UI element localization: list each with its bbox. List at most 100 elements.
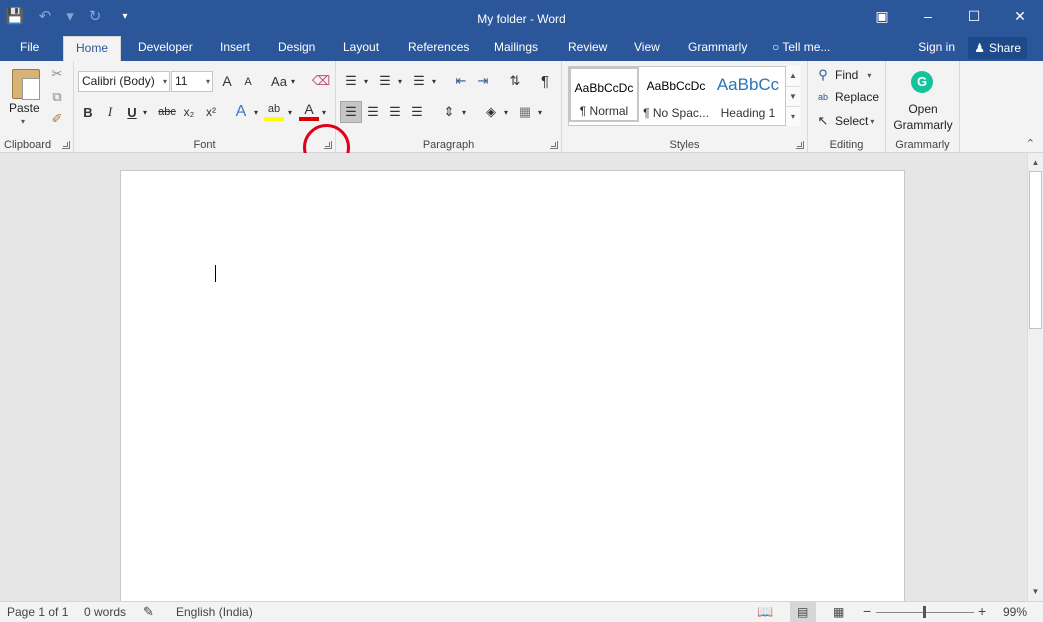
gallery-more-icon[interactable]: ▾ [786, 106, 800, 126]
gallery-down-icon[interactable]: ▼ [786, 86, 800, 106]
borders-icon[interactable]: ▦ [516, 103, 534, 121]
subscript-button[interactable]: x₂ [180, 103, 198, 121]
zoom-level[interactable]: 99% [1003, 605, 1027, 619]
justify-icon[interactable]: ☰ [408, 103, 426, 121]
bullets-dropdown-icon[interactable]: ▾ [362, 75, 370, 87]
text-effects-icon[interactable]: A [232, 103, 250, 121]
shading-dropdown-icon[interactable]: ▾ [502, 106, 510, 118]
find-button[interactable]: ⚲ Find ▾ [816, 67, 871, 83]
tab-home[interactable]: Home [63, 36, 122, 62]
paragraph-dialog-launcher-icon[interactable] [550, 141, 558, 149]
font-color-icon[interactable]: A [299, 101, 319, 121]
shading-icon[interactable]: ◈ [482, 103, 500, 121]
undo-icon[interactable]: ↶ [30, 0, 60, 32]
grow-font-button[interactable]: A [218, 72, 236, 90]
language-indicator[interactable]: English (India) [176, 605, 253, 619]
scrollbar-thumb[interactable] [1029, 171, 1042, 329]
styles-dialog-launcher-icon[interactable] [796, 141, 804, 149]
zoom-in-icon[interactable]: + [978, 603, 986, 619]
font-size-combo[interactable]: 11 ▾ [171, 71, 213, 92]
maximize-icon[interactable]: ☐ [951, 0, 997, 32]
style-heading-1[interactable]: AaBbCc Heading 1 [713, 67, 783, 122]
page-count[interactable]: Page 1 of 1 [7, 605, 68, 619]
sign-in-link[interactable]: Sign in [918, 36, 955, 61]
tab-view[interactable]: View [622, 36, 672, 61]
tab-references[interactable]: References [396, 36, 481, 61]
align-right-icon[interactable]: ☰ [386, 103, 404, 121]
style-normal[interactable]: AaBbCcDc ¶ Normal [569, 67, 639, 122]
strikethrough-button[interactable]: abc [156, 103, 178, 121]
numbering-dropdown-icon[interactable]: ▾ [396, 75, 404, 87]
clear-formatting-icon[interactable]: ⌫ [312, 72, 330, 90]
tab-grammarly[interactable]: Grammarly [676, 36, 759, 61]
collapse-ribbon-icon[interactable]: ⌃ [1026, 137, 1035, 150]
numbering-icon[interactable]: ☰ [376, 72, 394, 90]
tab-file[interactable]: File [8, 36, 51, 61]
multilevel-dropdown-icon[interactable]: ▾ [430, 75, 438, 87]
font-color-dropdown-icon[interactable]: ▾ [320, 106, 328, 118]
change-case-button[interactable]: Aa [268, 72, 290, 90]
web-layout-icon[interactable]: ▦ [833, 605, 844, 619]
gallery-up-icon[interactable]: ▲ [786, 66, 800, 86]
tab-layout[interactable]: Layout [331, 36, 391, 61]
redo-icon[interactable]: ▾ [60, 0, 80, 32]
bullets-icon[interactable]: ☰ [342, 72, 360, 90]
increase-indent-icon[interactable]: ⇥ [474, 72, 492, 90]
multilevel-list-icon[interactable]: ☰ [410, 72, 428, 90]
italic-button[interactable]: I [102, 103, 118, 121]
copy-icon[interactable]: ⧉ [49, 89, 65, 105]
replace-button[interactable]: ab Replace [816, 90, 879, 104]
shrink-font-button[interactable]: A [240, 74, 256, 90]
paste-button[interactable]: Paste [9, 101, 40, 115]
word-count[interactable]: 0 words [84, 605, 126, 619]
paste-icon[interactable] [12, 69, 40, 100]
sort-icon[interactable]: ⇅ [506, 72, 524, 90]
open-grammarly-button[interactable]: Open Grammarly [886, 101, 960, 133]
borders-dropdown-icon[interactable]: ▾ [536, 106, 544, 118]
tab-insert[interactable]: Insert [208, 36, 262, 61]
zoom-slider-thumb[interactable] [923, 606, 926, 618]
tab-design[interactable]: Design [266, 36, 327, 61]
change-case-dropdown-icon[interactable]: ▾ [289, 75, 297, 87]
vertical-scrollbar[interactable]: ▲ ▼ [1027, 153, 1043, 601]
scroll-up-icon[interactable]: ▲ [1028, 155, 1043, 170]
scroll-down-icon[interactable]: ▼ [1028, 584, 1043, 599]
close-icon[interactable]: ✕ [997, 0, 1043, 32]
select-button[interactable]: ↖ Select ▾ [816, 113, 875, 129]
tab-developer[interactable]: Developer [126, 36, 205, 61]
ribbon-tabs: File Home Developer Insert Design Layout… [0, 36, 1043, 62]
document-page[interactable] [120, 170, 905, 601]
underline-dropdown-icon[interactable]: ▾ [141, 106, 149, 118]
paste-dropdown-icon[interactable]: ▾ [21, 117, 25, 126]
highlight-color-icon[interactable]: ab [264, 101, 284, 121]
grammarly-logo-icon[interactable]: G [911, 71, 933, 93]
show-formatting-marks-icon[interactable]: ¶ [536, 72, 554, 90]
text-effects-dropdown-icon[interactable]: ▾ [252, 106, 260, 118]
align-left-icon[interactable]: ☰ [340, 101, 362, 123]
zoom-out-icon[interactable]: − [863, 603, 871, 619]
bold-button[interactable]: B [80, 103, 96, 121]
highlight-dropdown-icon[interactable]: ▾ [286, 106, 294, 118]
tab-review[interactable]: Review [556, 36, 619, 61]
ribbon-display-options-icon[interactable]: ▣ [859, 0, 905, 32]
align-center-icon[interactable]: ☰ [364, 103, 382, 121]
minimize-icon[interactable]: – [905, 0, 951, 32]
style-no-spacing[interactable]: AaBbCcDc ¶ No Spac... [641, 67, 711, 122]
share-button[interactable]: ♟ Share [968, 37, 1027, 59]
tell-me-search[interactable]: ○ Tell me... [764, 36, 842, 61]
clipboard-dialog-launcher-icon[interactable] [62, 141, 70, 149]
repeat-icon[interactable]: ↻ [80, 0, 110, 32]
line-spacing-icon[interactable]: ⇕ [440, 103, 458, 121]
underline-button[interactable]: U [124, 103, 140, 121]
decrease-indent-icon[interactable]: ⇤ [452, 72, 470, 90]
line-spacing-dropdown-icon[interactable]: ▾ [460, 106, 468, 118]
cut-icon[interactable]: ✂ [49, 66, 65, 82]
font-name-combo[interactable]: Calibri (Body) ▾ [78, 71, 170, 92]
tab-mailings[interactable]: Mailings [482, 36, 550, 61]
customize-qat-icon[interactable]: ▾ [110, 0, 140, 32]
format-painter-icon[interactable]: ✐ [49, 111, 65, 127]
proofing-icon[interactable]: ✎ [143, 604, 154, 620]
save-icon[interactable]: 💾 [0, 0, 30, 32]
superscript-button[interactable]: x² [202, 103, 220, 121]
read-mode-icon[interactable]: 📖 [757, 604, 773, 620]
